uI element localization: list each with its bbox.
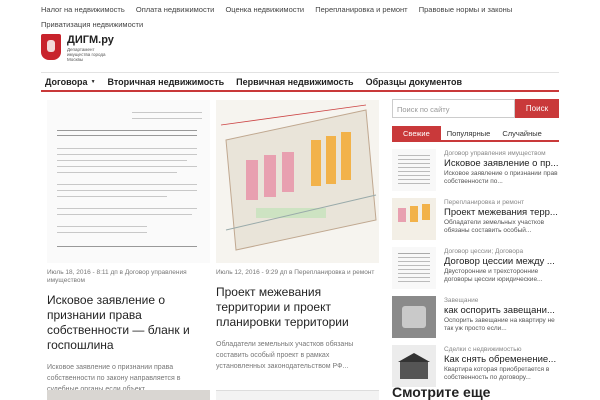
post-category[interactable]: Завещание (444, 296, 559, 305)
post-excerpt: Обладатели земельных участков обязаны со… (444, 219, 545, 234)
article-title[interactable]: Проект межевания территории и проект пла… (216, 285, 379, 330)
top-nav-link[interactable]: Приватизация недвижимости (41, 17, 143, 32)
top-nav-link[interactable]: Оценка недвижимости (225, 2, 304, 17)
search-input[interactable]: Поиск по сайту (392, 99, 515, 118)
main-nav: Договора ▼ Вторичная недвижимость Первич… (41, 72, 559, 92)
post-tabs: Свежие Популярные Случайные (392, 126, 559, 142)
post-category[interactable]: Сделки с недвижимостью (444, 345, 559, 354)
sidebar-post[interactable]: Перепланировка и ремонт Проект межевания… (392, 198, 559, 240)
main-nav-item-secondary[interactable]: Вторичная недвижимость (108, 77, 225, 87)
survey-map-graphic (216, 100, 379, 263)
post-excerpt: Двусторонние и трехсторонние договоры це… (444, 268, 543, 283)
logo-subtitle: Департамент имущества города Москвы (67, 47, 106, 62)
post-title[interactable]: Договор цессии между ... (444, 256, 559, 268)
article-meta: Июль 18, 2016 - 8:11 дп в Договор управл… (47, 269, 187, 284)
sidebar: Поиск по сайту Поиск Свежие Популярные С… (392, 99, 559, 387)
top-nav-link[interactable]: Оплата недвижимости (136, 2, 215, 17)
tab-fresh[interactable]: Свежие (392, 126, 441, 140)
caret-down-icon: ▼ (90, 78, 96, 85)
sidebar-post[interactable]: Завещание как оспорить завещани... Оспор… (392, 296, 559, 338)
post-thumbnail[interactable] (392, 149, 436, 191)
sidebar-post[interactable]: Договор управления имуществом Исковое за… (392, 149, 559, 191)
post-category[interactable]: Договор управления имуществом (444, 149, 559, 158)
site-logo[interactable]: ДИГМ.ру Департамент имущества города Мос… (41, 34, 114, 62)
main-nav-label: Договора (45, 76, 88, 87)
top-nav-link[interactable]: Правовые нормы и законы (419, 2, 513, 17)
see-more-heading: Смотрите еще (392, 384, 491, 400)
post-excerpt: Квартира которая приобретается в собстве… (444, 366, 550, 381)
top-nav-link[interactable]: Налог на недвижимость (41, 2, 125, 17)
search-form: Поиск по сайту Поиск (392, 99, 559, 118)
main-nav-item-contracts[interactable]: Договора ▼ (45, 77, 96, 87)
sidebar-post[interactable]: Договор цессии; Договора Договор цессии … (392, 247, 559, 289)
tab-random[interactable]: Случайные (496, 126, 548, 140)
post-title[interactable]: Исковое заявление о пр... (444, 158, 559, 170)
article-title[interactable]: Исковое заявление о признании права собс… (47, 293, 210, 353)
top-nav-link[interactable]: Перепланировка и ремонт (315, 2, 407, 17)
post-category[interactable]: Перепланировка и ремонт (444, 198, 559, 207)
sidebar-post[interactable]: Сделки с недвижимостью Как снять обремен… (392, 345, 559, 387)
post-thumbnail[interactable] (392, 345, 436, 387)
tab-popular[interactable]: Популярные (441, 126, 497, 140)
main-nav-label: Первичная недвижимость (236, 76, 354, 87)
post-category[interactable]: Договор цессии; Договора (444, 247, 559, 256)
post-title[interactable]: как оспорить завещани... (444, 305, 559, 317)
main-nav-label: Вторичная недвижимость (107, 76, 225, 87)
article-excerpt: Обладатели земельных участков обязаны со… (216, 341, 354, 370)
article-image-photo[interactable] (47, 390, 210, 400)
article-card[interactable]: Июль 18, 2016 - 8:11 дп в Договор управл… (47, 100, 210, 395)
post-thumbnail[interactable] (392, 296, 436, 338)
article-image-document[interactable] (216, 390, 379, 400)
main-nav-item-primary[interactable]: Первичная недвижимость (236, 77, 353, 87)
main-nav-label: Образцы документов (365, 76, 462, 87)
logo-title: ДИГМ.ру (67, 34, 114, 46)
main-nav-item-samples[interactable]: Образцы документов (366, 77, 462, 87)
top-nav: Налог на недвижимость Оплата недвижимост… (41, 2, 561, 32)
coat-of-arms-icon (41, 34, 61, 60)
article-image-document[interactable] (47, 100, 210, 263)
search-button[interactable]: Поиск (515, 99, 559, 118)
post-thumbnail[interactable] (392, 247, 436, 289)
post-excerpt: Исковое заявление о признании прав собст… (444, 170, 558, 185)
article-card[interactable]: Июль 12, 2016 - 9:29 дп в Перепланировка… (216, 100, 379, 372)
post-thumbnail[interactable] (392, 198, 436, 240)
article-meta: Июль 12, 2016 - 9:29 дп в Перепланировка… (216, 269, 375, 276)
post-title[interactable]: Как снять обременение... (444, 354, 559, 366)
post-excerpt: Оспорить завещание на квартиру не так уж… (444, 317, 555, 332)
post-title[interactable]: Проект межевания терр... (444, 207, 559, 219)
article-image-map[interactable] (216, 100, 379, 263)
